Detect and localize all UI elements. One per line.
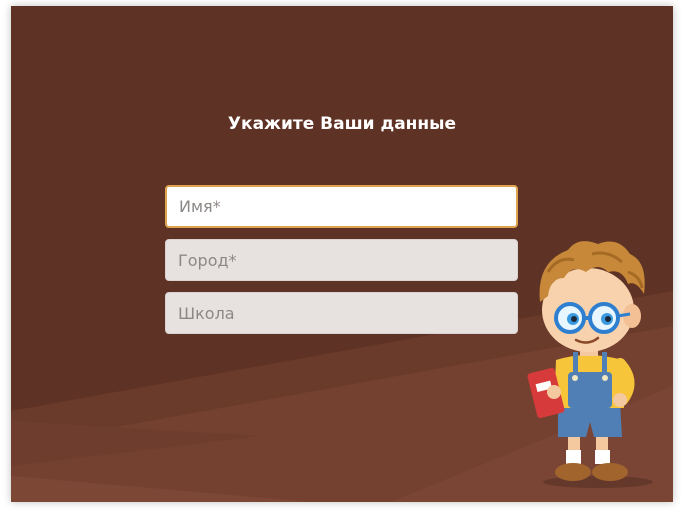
city-input[interactable] (165, 239, 518, 281)
school-input[interactable] (165, 292, 518, 334)
schoolboy-mascot-icon (527, 241, 653, 488)
user-data-screen: Укажите Ваши данные (11, 6, 673, 502)
form-title: Укажите Ваши данные (227, 114, 457, 134)
name-input[interactable] (165, 185, 518, 228)
